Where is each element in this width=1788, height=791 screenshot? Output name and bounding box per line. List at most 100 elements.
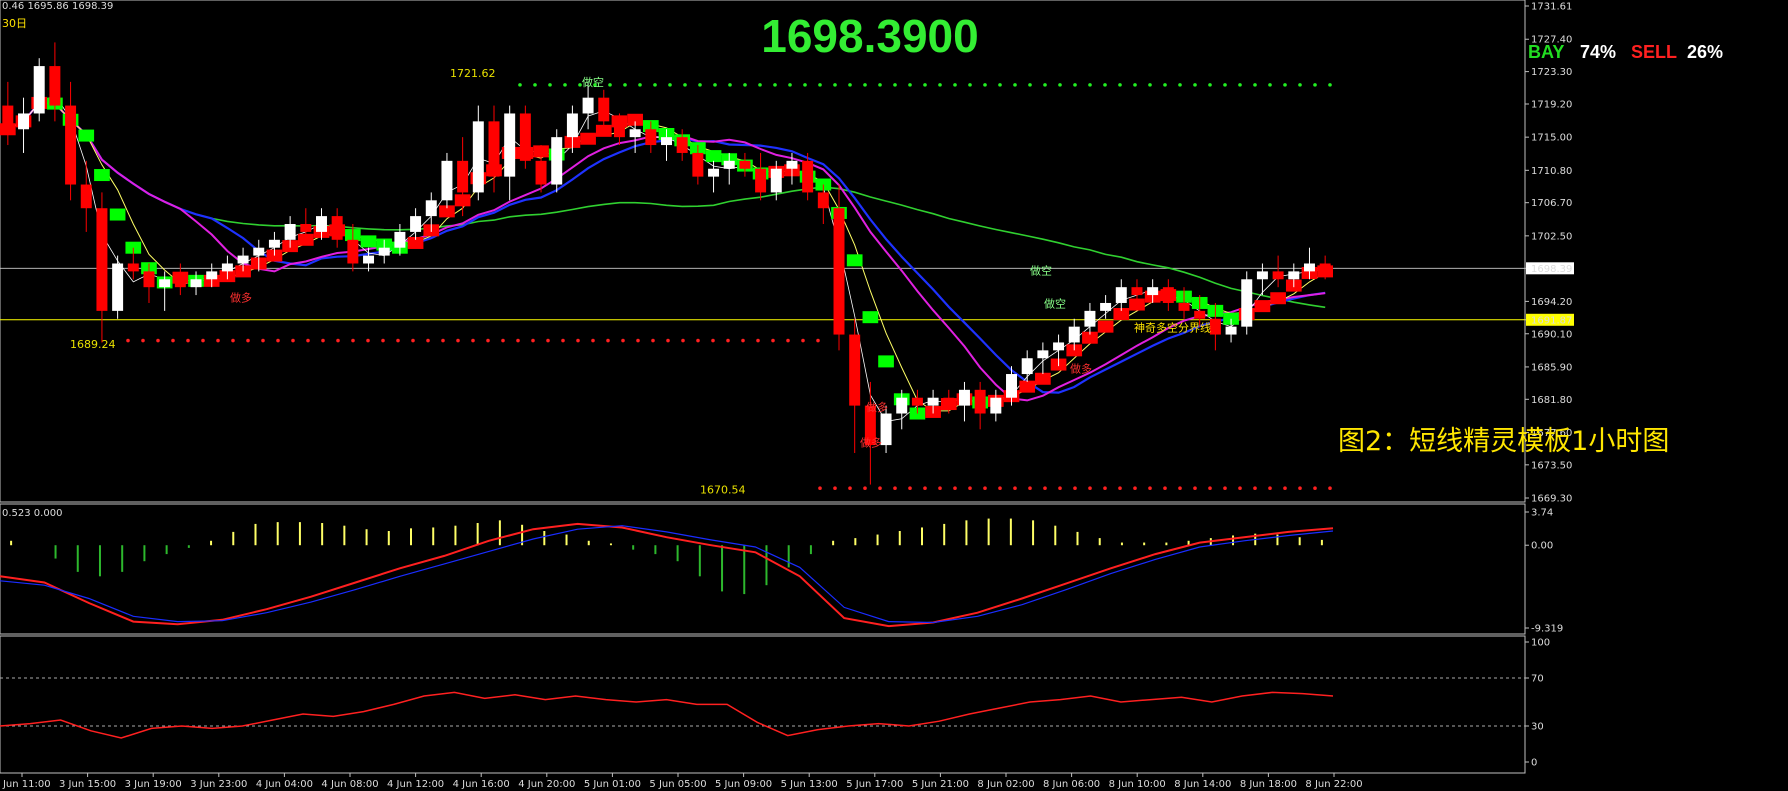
- support-dot: [1268, 486, 1272, 491]
- rsi-tick-label: 0: [1531, 758, 1537, 769]
- support-dot: [741, 338, 745, 343]
- time-tick-label: 3 Jun 11:00: [0, 779, 51, 790]
- candle-body: [613, 121, 625, 138]
- support-dot: [261, 338, 265, 343]
- time-tick-label: 4 Jun 08:00: [321, 779, 378, 790]
- price-tick-label: 1685.90: [1531, 362, 1572, 373]
- sell-pct: 26%: [1687, 42, 1723, 62]
- support-dot: [1103, 486, 1107, 491]
- resistance-dot: [1073, 83, 1077, 87]
- resistance-dot: [1223, 83, 1227, 87]
- trend-step-block: [1270, 292, 1286, 305]
- resistance-dot: [1163, 83, 1167, 87]
- candle-body: [911, 397, 923, 406]
- candle-body: [1256, 271, 1268, 280]
- resistance-dot: [1118, 83, 1122, 87]
- price-tick-label: 1706.70: [1531, 198, 1572, 209]
- candle-body: [1241, 279, 1253, 327]
- candle-body: [645, 129, 657, 146]
- candle-body: [708, 168, 720, 177]
- trend-step-block: [1254, 300, 1271, 313]
- support-dot: [1118, 486, 1122, 491]
- resistance-dot: [713, 83, 717, 87]
- candle-body: [598, 97, 610, 122]
- support-dot: [1058, 486, 1062, 491]
- annotation-label: 做多: [230, 290, 252, 304]
- candle-body: [566, 113, 578, 138]
- support-dot: [201, 338, 205, 343]
- price-tick-label: 1715.00: [1531, 133, 1572, 144]
- support-dot: [1013, 486, 1017, 491]
- price-tick-label: 1719.20: [1531, 99, 1572, 110]
- top-left-label: 30日: [2, 17, 27, 30]
- resistance-dot: [1088, 83, 1092, 87]
- support-dot: [366, 338, 370, 343]
- price-tick-label: 1723.30: [1531, 67, 1572, 78]
- support-dot: [938, 486, 942, 491]
- candle-body: [1225, 326, 1237, 335]
- candle-body: [253, 247, 265, 256]
- price-tick-label: 1702.50: [1531, 231, 1572, 242]
- support-dot: [1208, 486, 1212, 491]
- time-tick-label: 5 Jun 17:00: [846, 779, 903, 790]
- candle-body: [1272, 271, 1284, 280]
- resistance-dot: [728, 83, 732, 87]
- time-tick-label: 3 Jun 23:00: [190, 779, 247, 790]
- bay-pct: 74%: [1580, 42, 1616, 62]
- resistance-dot: [623, 83, 627, 87]
- candle-body: [943, 397, 955, 406]
- trend-step-block: [78, 129, 95, 142]
- support-dot: [1238, 486, 1242, 491]
- candle-body: [833, 208, 845, 335]
- trend-step-block: [1097, 320, 1114, 333]
- candle-body: [363, 255, 375, 264]
- candle-body: [1037, 350, 1049, 359]
- candle-body: [990, 397, 1002, 414]
- rsi-tick-label: 30: [1531, 722, 1544, 733]
- candle-body: [143, 271, 155, 288]
- resistance-dot: [563, 83, 567, 87]
- support-dot: [411, 338, 415, 343]
- candle-body: [582, 97, 594, 114]
- support-dot: [1223, 486, 1227, 491]
- support-dot: [1133, 486, 1137, 491]
- price-tick-label: 1669.30: [1531, 494, 1572, 505]
- candle-body: [33, 66, 45, 114]
- support-dot: [801, 338, 805, 343]
- support-dot: [696, 338, 700, 343]
- resistance-dot: [1298, 83, 1302, 87]
- candle-body: [1288, 271, 1300, 280]
- candle-body: [112, 263, 124, 311]
- candle-body: [661, 137, 672, 146]
- support-dot: [1253, 486, 1257, 491]
- resistance-dot: [983, 83, 987, 87]
- resistance-dot: [908, 83, 912, 87]
- trend-step-block: [878, 355, 894, 368]
- support-dot: [546, 338, 550, 343]
- figure-caption: 图2：短线精灵模板1小时图: [1338, 426, 1669, 457]
- resistance-dot: [518, 83, 522, 87]
- support-dot: [321, 338, 325, 343]
- candle-body: [504, 113, 516, 177]
- candle-body: [849, 334, 861, 406]
- support-dot: [1043, 486, 1047, 491]
- support-dot: [816, 338, 820, 343]
- price-tick-label: 1673.50: [1531, 460, 1572, 471]
- support-dot: [983, 486, 987, 491]
- support-dot: [726, 338, 730, 343]
- support-dot: [1193, 486, 1197, 491]
- annotation-label: 神奇多空分界线: [1134, 320, 1211, 334]
- candle-body: [1194, 310, 1206, 319]
- candle-body: [1084, 310, 1096, 327]
- candle-body: [1303, 263, 1315, 272]
- candle-body: [692, 152, 704, 177]
- candle-body: [127, 263, 139, 272]
- resistance-dot: [833, 83, 837, 87]
- candle-body: [1162, 287, 1174, 303]
- time-tick-label: 3 Jun 15:00: [59, 779, 116, 790]
- candle-body: [410, 216, 422, 232]
- trading-chart: 1731.611727.401723.301719.201715.001710.…: [0, 0, 1788, 791]
- resistance-dot: [1028, 83, 1032, 87]
- time-tick-label: 5 Jun 21:00: [912, 779, 969, 790]
- time-tick-label: 4 Jun 20:00: [518, 779, 575, 790]
